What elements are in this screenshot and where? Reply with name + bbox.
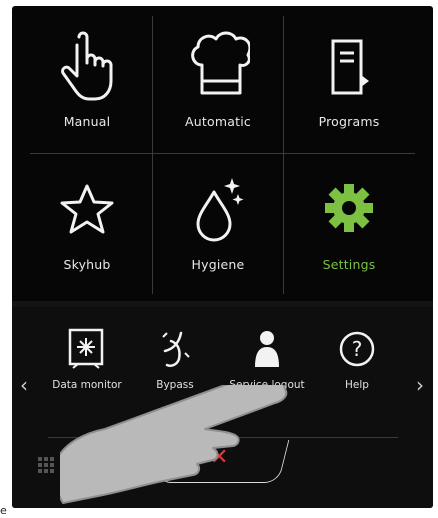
tile-label: Hygiene xyxy=(191,257,245,272)
help-icon: ? xyxy=(339,331,375,367)
grid-menu-icon[interactable] xyxy=(38,457,54,473)
person-icon xyxy=(255,331,279,367)
tile-settings[interactable]: Settings xyxy=(284,154,414,294)
strip-item-service-logout[interactable]: Service logout xyxy=(222,327,312,392)
main-menu-grid: Manual Automatic Programs Skyhub Hygiene… xyxy=(12,6,433,301)
pointing-hand-overlay xyxy=(60,385,288,504)
hand-pointer-icon xyxy=(61,31,113,101)
strip-item-help[interactable]: ? Help xyxy=(312,327,402,392)
tile-automatic[interactable]: Automatic xyxy=(153,11,283,151)
tile-skyhub[interactable]: Skyhub xyxy=(22,154,152,294)
chef-hat-icon xyxy=(191,31,250,95)
strip-item-bypass[interactable]: Bypass xyxy=(130,327,220,392)
tile-label: Settings xyxy=(322,257,376,272)
bypass-icon xyxy=(162,331,190,367)
tile-label: Automatic xyxy=(185,114,251,129)
star-icon xyxy=(60,184,114,234)
snowflake-box-icon xyxy=(68,328,104,369)
tile-label: Manual xyxy=(63,114,111,129)
strip-item-data-monitor[interactable]: Data monitor xyxy=(42,327,132,392)
tile-hygiene[interactable]: Hygiene xyxy=(153,154,283,294)
book-icon xyxy=(331,39,369,95)
tile-programs[interactable]: Programs xyxy=(284,11,414,151)
prev-arrow-icon[interactable]: ‹ xyxy=(20,375,28,395)
strip-item-label: Help xyxy=(345,379,369,391)
tile-label: Programs xyxy=(318,114,380,129)
caption-text: e xyxy=(0,504,7,517)
next-arrow-icon[interactable]: › xyxy=(416,375,424,395)
droplet-sparkle-icon xyxy=(196,178,244,242)
tile-manual[interactable]: Manual xyxy=(22,11,152,151)
svg-text:?: ? xyxy=(352,337,363,361)
tile-label: Skyhub xyxy=(63,257,111,272)
gear-icon xyxy=(325,184,373,232)
